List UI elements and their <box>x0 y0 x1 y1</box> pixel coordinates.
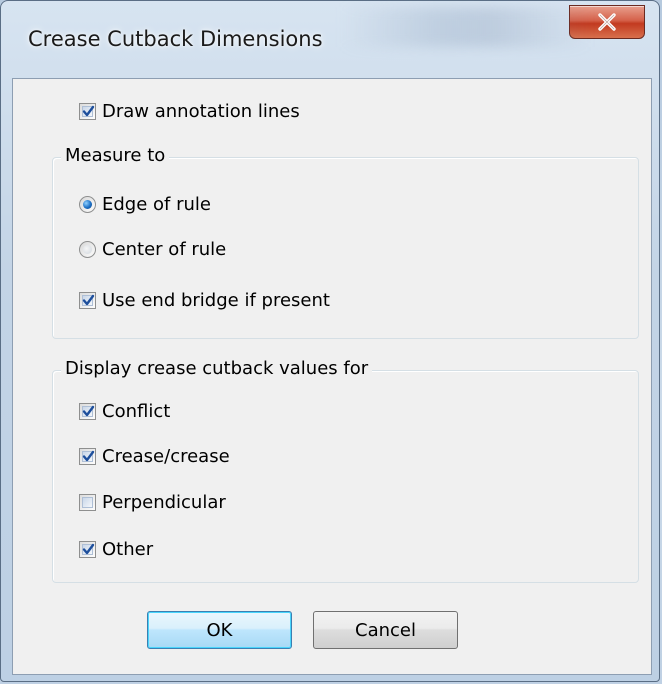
edge-of-rule-option[interactable]: Edge of rule <box>79 190 211 218</box>
close-button[interactable] <box>569 5 645 39</box>
use-end-bridge-option[interactable]: Use end bridge if present <box>79 286 330 314</box>
dialog-window: Crease Cutback Dimensions Draw annotatio… <box>0 0 660 682</box>
dialog-client-area: Draw annotation lines Measure to Edge of… <box>12 78 652 675</box>
display-values-group-title: Display crease cutback values for <box>61 358 373 379</box>
center-of-rule-option[interactable]: Center of rule <box>79 235 226 263</box>
crease-crease-option[interactable]: Crease/crease <box>79 442 230 470</box>
crease-crease-label: Crease/crease <box>102 445 230 467</box>
center-of-rule-radio[interactable] <box>79 240 96 258</box>
draw-annotation-lines-option[interactable]: Draw annotation lines <box>79 97 300 125</box>
measure-to-group-title: Measure to <box>61 145 170 166</box>
other-option[interactable]: Other <box>79 535 153 563</box>
cancel-button[interactable]: Cancel <box>313 611 458 649</box>
radio-selected-dot <box>83 199 92 209</box>
radio-unselected-ring <box>83 244 92 254</box>
conflict-option[interactable]: Conflict <box>79 397 170 425</box>
conflict-label: Conflict <box>102 400 171 422</box>
checkmark-icon <box>82 543 95 554</box>
checkmark-icon <box>82 105 95 116</box>
conflict-checkbox[interactable] <box>79 402 96 420</box>
use-end-bridge-checkbox[interactable] <box>79 291 96 309</box>
draw-annotation-lines-checkbox[interactable] <box>79 102 96 120</box>
checkmark-icon <box>82 294 95 305</box>
use-end-bridge-label: Use end bridge if present <box>102 289 330 311</box>
checkmark-icon <box>82 405 95 416</box>
window-title: Crease Cutback Dimensions <box>28 27 323 51</box>
checkbox-inner <box>82 496 93 508</box>
other-label: Other <box>102 538 154 560</box>
title-bar[interactable]: Crease Cutback Dimensions <box>1 1 661 79</box>
close-icon <box>598 13 616 31</box>
perpendicular-label: Perpendicular <box>102 491 226 513</box>
ok-button[interactable]: OK <box>147 611 292 649</box>
edge-of-rule-label: Edge of rule <box>102 193 211 215</box>
center-of-rule-label: Center of rule <box>102 238 227 260</box>
other-checkbox[interactable] <box>79 540 96 558</box>
edge-of-rule-radio[interactable] <box>79 195 96 213</box>
draw-annotation-lines-label: Draw annotation lines <box>102 100 300 122</box>
crease-crease-checkbox[interactable] <box>79 447 96 465</box>
perpendicular-option[interactable]: Perpendicular <box>79 488 226 516</box>
checkmark-icon <box>82 450 95 461</box>
perpendicular-checkbox[interactable] <box>79 493 96 511</box>
